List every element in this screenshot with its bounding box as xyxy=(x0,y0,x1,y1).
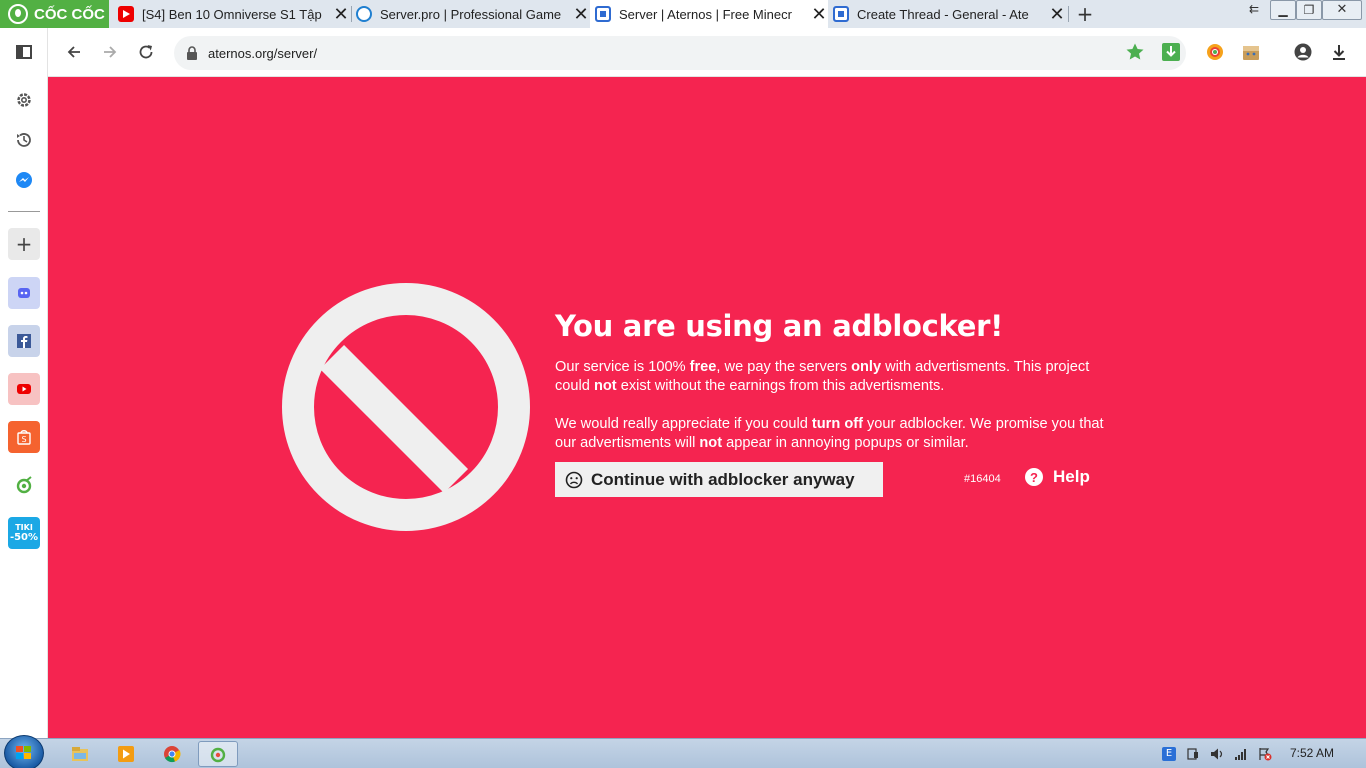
brand-label: CỐC CỐC xyxy=(34,5,105,23)
continue-button-label: Continue with adblocker anyway xyxy=(591,469,855,489)
volume-icon[interactable] xyxy=(1210,747,1224,761)
emphasis-text: not xyxy=(699,435,723,451)
url-text: aternos.org/server/ xyxy=(208,45,318,61)
body-text: exist without the earnings from this adv… xyxy=(616,378,945,394)
body-text: Our service is 100% xyxy=(555,359,690,375)
tab-serverpro[interactable]: Server.pro | Professional Game ✕ xyxy=(354,0,590,28)
no-entry-icon xyxy=(282,283,530,531)
action-center-flag-icon[interactable] xyxy=(1258,747,1272,761)
close-window-button[interactable]: ✕ xyxy=(1322,0,1362,20)
device-icon[interactable] xyxy=(1186,747,1200,761)
browser-toolbar: aternos.org/server/ xyxy=(48,28,1366,77)
lock-icon xyxy=(187,46,197,60)
emphasis-text: free xyxy=(689,359,717,375)
file-explorer-icon[interactable] xyxy=(60,741,100,767)
close-tab-icon[interactable]: ✕ xyxy=(332,4,350,25)
page-title: You are using an adblocker! xyxy=(555,309,1004,343)
tab-title: Create Thread - General - Ate xyxy=(857,6,1029,22)
error-code: #16404 xyxy=(964,473,1001,485)
extension-box-icon[interactable] xyxy=(1240,41,1262,63)
adblock-notice-page: You are using an adblocker! Our service … xyxy=(48,77,1366,738)
media-player-icon[interactable] xyxy=(106,741,146,767)
emphasis-text: only xyxy=(851,359,882,375)
forward-button[interactable] xyxy=(98,40,122,64)
serverpro-icon xyxy=(356,6,372,22)
tab-title: Server.pro | Professional Game xyxy=(380,6,562,22)
help-link[interactable]: ? Help xyxy=(1025,467,1090,487)
chrome-icon[interactable] xyxy=(152,741,192,767)
facebook-icon[interactable] xyxy=(8,325,40,357)
aternos-icon xyxy=(833,6,849,22)
close-tab-icon[interactable]: ✕ xyxy=(810,4,828,25)
tab-aternos-server[interactable]: Server | Aternos | Free Minecr ✕ xyxy=(590,0,828,28)
tab-youtube[interactable]: [S4] Ben 10 Omniverse S1 Tập ✕ xyxy=(114,0,350,28)
coccoc-brand[interactable]: CỐC CỐC xyxy=(0,0,109,28)
new-tab-button[interactable]: + xyxy=(1074,2,1096,26)
emphasis-text: not xyxy=(593,378,617,394)
question-circle-icon: ? xyxy=(1025,468,1043,486)
tab-create-thread[interactable]: Create Thread - General - Ate ✕ xyxy=(830,0,1066,28)
close-tab-icon[interactable]: ✕ xyxy=(1048,4,1066,25)
settings-icon[interactable] xyxy=(8,84,40,116)
shopee-icon[interactable]: S xyxy=(8,421,40,453)
youtube-icon[interactable] xyxy=(8,373,40,405)
adblock-request-text: We would really appreciate if you could … xyxy=(555,415,1115,453)
tab-search-icon[interactable]: ⇇ xyxy=(1244,0,1264,20)
download-video-icon[interactable] xyxy=(1160,41,1182,63)
network-signal-icon[interactable] xyxy=(1234,747,1248,761)
tab-title: Server | Aternos | Free Minecr xyxy=(619,6,792,22)
youtube-icon xyxy=(118,6,134,22)
body-text: , we pay the servers xyxy=(716,359,852,375)
tab-title: [S4] Ben 10 Omniverse S1 Tập xyxy=(142,6,322,22)
taskbar-clock[interactable]: 7:52 AM xyxy=(1290,746,1334,760)
aternos-icon xyxy=(595,6,611,22)
sidebar-toggle-icon[interactable] xyxy=(8,36,40,68)
address-bar[interactable]: aternos.org/server/ xyxy=(174,36,1186,70)
profile-icon[interactable] xyxy=(1292,41,1314,63)
downloads-icon[interactable] xyxy=(1328,41,1350,63)
coccoc-icon[interactable] xyxy=(8,469,40,501)
help-label: Help xyxy=(1053,467,1090,486)
svg-text:S: S xyxy=(21,435,26,444)
tab-strip: CỐC CỐC [S4] Ben 10 Omniverse S1 Tập ✕ S… xyxy=(0,0,1366,28)
sad-face-icon xyxy=(565,471,583,488)
continue-with-adblocker-button[interactable]: Continue with adblocker anyway xyxy=(555,462,883,497)
adblock-explanation-text: Our service is 100% free, we pay the ser… xyxy=(555,358,1115,396)
reload-button[interactable] xyxy=(134,40,158,64)
history-icon[interactable] xyxy=(8,124,40,156)
close-tab-icon[interactable]: ✕ xyxy=(572,4,590,25)
windows-taskbar: E 7:52 AM xyxy=(0,735,1366,768)
discord-icon[interactable] xyxy=(8,277,40,309)
emphasis-text: turn off xyxy=(811,416,863,432)
chrome-extension-icon[interactable] xyxy=(1204,41,1226,63)
bookmark-star-icon[interactable] xyxy=(1124,41,1146,63)
add-icon[interactable]: + xyxy=(8,228,40,260)
language-icon[interactable]: E xyxy=(1162,747,1176,761)
sidebar-divider xyxy=(8,211,40,212)
messenger-icon[interactable] xyxy=(8,164,40,196)
start-button[interactable] xyxy=(4,735,44,768)
body-text: appear in annoying popups or similar. xyxy=(722,435,969,451)
restore-button[interactable]: ❐ xyxy=(1296,0,1322,20)
minimize-button[interactable]: ▁ xyxy=(1270,0,1296,20)
coccoc-logo-icon xyxy=(8,4,28,24)
sidebar: + S TIKI -50% xyxy=(0,28,48,738)
tiki-icon[interactable]: TIKI -50% xyxy=(8,517,40,549)
tiki-badge: -50% xyxy=(9,532,39,543)
coccoc-taskbar-icon[interactable] xyxy=(198,741,238,767)
windows-logo-icon xyxy=(16,746,32,760)
body-text: We would really appreciate if you could xyxy=(555,416,812,432)
back-button[interactable] xyxy=(62,40,86,64)
